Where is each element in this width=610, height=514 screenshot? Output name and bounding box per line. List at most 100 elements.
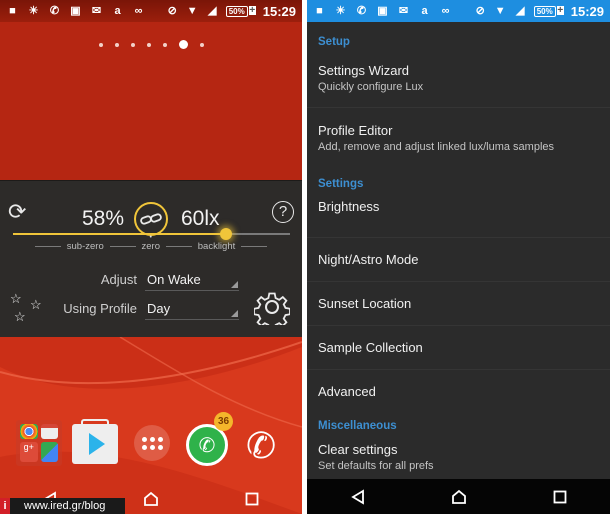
item-title: Advanced [318, 384, 376, 399]
amazon-icon: a [114, 4, 121, 17]
page-dot[interactable] [162, 42, 167, 47]
link-icon: ∞ [441, 4, 450, 17]
link-toggle-button[interactable] [134, 202, 168, 236]
settings-item-profile-editor[interactable]: Profile Editor Add, remove and adjust li… [307, 108, 610, 168]
home-button[interactable] [444, 482, 474, 512]
battery-indicator: 50% [533, 5, 564, 17]
status-bar: ■ ☀ ✆ ▣ ✉ a ∞ ⊘ ▼ ◢ 50% 15:29 [0, 0, 302, 22]
mail-icon: ✉ [398, 4, 409, 17]
item-subtitle: Set defaults for all prefs [318, 460, 434, 472]
settings-item-clear-settings[interactable]: Clear settings Set defaults for all pref… [307, 440, 610, 484]
recents-icon [245, 492, 259, 506]
item-title: Sunset Location [318, 296, 412, 311]
settings-item-advanced[interactable]: Advanced [307, 370, 610, 410]
scale-label-zero: zero [142, 241, 160, 252]
google-plus-icon: g+ [20, 441, 38, 462]
section-header-setup: Setup [318, 36, 350, 48]
clock: 15:29 [570, 3, 604, 19]
item-title: Brightness [318, 199, 380, 214]
lux-value: 60lx [181, 207, 220, 230]
chrome-icon [20, 424, 38, 439]
watermark-text: www.ired.gr/blog [24, 500, 106, 512]
wifi-icon: ▼ [494, 4, 506, 17]
do-not-disturb-icon: ⊘ [475, 4, 485, 17]
dock: g+ ✆ 36 ✆ [0, 412, 302, 472]
chat-bubble-icon: ■ [9, 4, 16, 17]
page-dot[interactable] [114, 42, 119, 47]
notification-badge: 36 [214, 412, 233, 431]
item-title: Clear settings [318, 442, 398, 457]
brightness-icon: ☀ [335, 4, 346, 17]
battery-indicator: 50% [225, 5, 256, 17]
chain-link-icon [140, 213, 162, 225]
scale-label-sub-zero: sub-zero [66, 241, 104, 252]
whatsapp-icon: ✆ [356, 4, 367, 17]
slider-thumb[interactable] [220, 228, 233, 240]
home-icon [451, 489, 466, 504]
scale-label-backlight: backlight [197, 241, 236, 252]
home-screen: ■ ☀ ✆ ▣ ✉ a ∞ ⊘ ▼ ◢ 50% 15:29 ⟳ 58% [0, 0, 302, 514]
signal-icon: ◢ [516, 4, 525, 17]
item-title: Sample Collection [318, 340, 423, 355]
settings-screen: ■ ☀ ✆ ▣ ✉ a ∞ ⊘ ▼ ◢ 50% 15:29 Setup Sett… [307, 0, 610, 514]
lux-widget: ⟳ 58% 60lx ? sub-zero zero backlight [0, 180, 302, 337]
adjust-row: Adjust On Wake [0, 269, 302, 291]
home-button[interactable] [136, 484, 166, 514]
help-icon[interactable]: ? [272, 201, 294, 223]
section-header-settings: Settings [318, 178, 364, 190]
watermark-logo: i [0, 498, 10, 514]
settings-item-settings-wizard[interactable]: Settings Wizard Quickly configure Lux [307, 56, 610, 108]
slider-scale: sub-zero zero backlight [35, 241, 268, 252]
item-title: Night/Astro Mode [318, 252, 419, 267]
app-drawer-button[interactable] [134, 425, 170, 461]
profile-label: Using Profile [63, 301, 137, 316]
recents-icon [553, 490, 566, 503]
recents-button[interactable] [545, 482, 575, 512]
back-icon [350, 488, 364, 505]
refresh-icon[interactable]: ⟳ [8, 201, 30, 223]
play-store-icon[interactable] [72, 419, 118, 464]
chat-bubble-icon: ■ [316, 4, 323, 17]
adjust-dropdown[interactable]: On Wake [145, 269, 239, 291]
link-icon: ∞ [134, 4, 143, 17]
amazon-icon: a [421, 4, 428, 17]
page-dot[interactable] [98, 42, 103, 47]
status-bar: ■ ☀ ✆ ▣ ✉ a ∞ ⊘ ▼ ◢ 50% 15:29 [307, 0, 610, 22]
settings-item-night-astro-mode[interactable]: Night/Astro Mode [307, 238, 610, 282]
page-dot[interactable] [146, 42, 151, 47]
back-button[interactable] [343, 482, 373, 512]
section-header-miscellaneous: Miscellaneous [318, 420, 397, 432]
item-title: Profile Editor [318, 123, 393, 138]
brightness-icon: ☀ [28, 4, 39, 17]
nav-bar [307, 479, 610, 514]
home-icon [144, 491, 158, 506]
page-dot-active[interactable] [178, 40, 188, 49]
item-title: Settings Wizard [318, 63, 410, 78]
brightness-value: 58% [82, 207, 125, 230]
page-dot[interactable] [130, 42, 135, 47]
gmail-icon [40, 424, 58, 439]
image-icon: ▣ [377, 4, 388, 17]
recents-button[interactable] [237, 484, 267, 514]
do-not-disturb-icon: ⊘ [167, 4, 177, 17]
clock: 15:29 [262, 3, 296, 19]
signal-icon: ◢ [208, 4, 217, 17]
phone-icon[interactable]: ✆ [246, 426, 286, 466]
settings-item-sunset-location[interactable]: Sunset Location [307, 282, 610, 326]
watermark: i www.ired.gr/blog [0, 498, 125, 514]
settings-item-sample-collection[interactable]: Sample Collection [307, 326, 610, 370]
slider-fill [13, 233, 227, 235]
image-icon: ▣ [70, 4, 81, 17]
page-dot[interactable] [199, 42, 204, 47]
settings-list: Setup Settings Wizard Quickly configure … [307, 22, 610, 484]
settings-item-brightness[interactable]: Brightness [307, 194, 610, 238]
item-subtitle: Add, remove and adjust linked lux/luma s… [318, 141, 555, 153]
page-indicator [0, 40, 302, 49]
app-folder[interactable]: g+ [16, 420, 62, 466]
whatsapp-icon: ✆ [49, 4, 60, 17]
stars-icon[interactable]: ☆ ☆ ☆ [10, 291, 50, 327]
profile-dropdown[interactable]: Day [145, 298, 239, 320]
wifi-icon: ▼ [186, 4, 198, 17]
maps-icon [40, 441, 58, 462]
gear-icon[interactable] [253, 289, 291, 331]
